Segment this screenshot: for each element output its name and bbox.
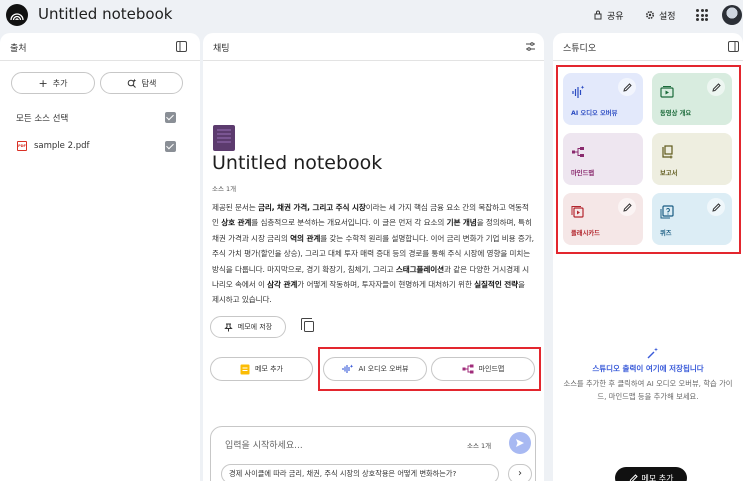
magic-wand-icon — [647, 347, 658, 359]
chat-input-box[interactable]: 입력을 시작하세요... 소스 1개 경제 사이클에 따라 금리, 채권, 주식… — [210, 426, 536, 481]
studio-panel: 스튜디오 AI 오디오 오버뷰 동영상 개요 마인드맵 보고서 플래시카드 퀴즈… — [553, 33, 743, 481]
mindmap-icon — [462, 364, 474, 374]
settings-button[interactable]: 설정 — [645, 6, 676, 24]
audio-overview-button[interactable]: AI 오디오 오버뷰 — [323, 357, 427, 381]
audio-wave-icon — [341, 364, 353, 373]
sources-panel: 출처 + 추가 탐색 모든 소스 선택 PDF sample 2.pdf — [0, 33, 200, 481]
save-memo-label: 메모에 저장 — [237, 323, 273, 331]
share-button[interactable]: 공유 — [593, 6, 624, 24]
report-card[interactable]: 보고서 — [652, 133, 732, 185]
input-source-count: 소스 1개 — [467, 442, 492, 450]
chat-header: 채팅 — [203, 33, 544, 61]
quiz-card[interactable]: 퀴즈 — [652, 193, 732, 245]
studio-header: 스튜디오 — [553, 33, 743, 61]
card-label: 보고서 — [660, 170, 678, 177]
pencil-icon — [629, 473, 638, 481]
audio-overview-label: AI 오디오 오버뷰 — [358, 365, 409, 373]
source-count: 소스 1개 — [212, 185, 237, 193]
add-source-label: 추가 — [52, 78, 68, 88]
mindmap-card[interactable]: 마인드맵 — [563, 133, 643, 185]
note-icon — [240, 364, 250, 374]
settings-label: 설정 — [659, 11, 676, 22]
mindmap-icon — [572, 147, 584, 157]
share-label: 공유 — [607, 11, 624, 22]
mindmap-button[interactable]: 마인드맵 — [431, 357, 535, 381]
add-source-button[interactable]: + 추가 — [11, 72, 95, 94]
avatar[interactable] — [722, 5, 742, 25]
card-label: 동영상 개요 — [660, 110, 692, 117]
studio-add-memo-label: 메모 추가 — [641, 473, 674, 481]
flashcard-card[interactable]: 플래시카드 — [563, 193, 643, 245]
apps-grid-icon[interactable] — [696, 9, 708, 21]
next-suggestion-button[interactable]: › — [508, 464, 532, 481]
chat-title: 채팅 — [213, 44, 230, 54]
chevron-right-icon: › — [518, 468, 522, 479]
collapse-panel-icon[interactable] — [176, 41, 187, 52]
chat-notebook-title: Untitled notebook — [212, 152, 383, 174]
mindmap-label: 마인드맵 — [478, 365, 505, 373]
add-memo-button[interactable]: 메모 추가 — [210, 357, 313, 381]
studio-title: 스튜디오 — [563, 44, 597, 54]
copy-icon[interactable] — [301, 318, 314, 332]
pdf-icon: PDF — [17, 141, 27, 151]
sources-title: 출처 — [10, 44, 27, 54]
card-label: 플래시카드 — [571, 230, 600, 237]
share-icon — [594, 10, 602, 20]
card-label: 마인드맵 — [571, 170, 595, 177]
audio-icon — [572, 85, 585, 98]
collapse-studio-icon[interactable] — [728, 41, 739, 52]
chat-input[interactable]: 입력을 시작하세요... — [225, 438, 303, 451]
discover-button[interactable]: 탐색 — [100, 72, 183, 94]
studio-add-memo-button[interactable]: 메모 추가 — [615, 467, 687, 481]
notebook-title[interactable]: Untitled notebook — [38, 5, 172, 23]
chat-panel: 채팅 Untitled notebook 소스 1개 제공된 문서는 금리, 채… — [203, 33, 544, 481]
flashcard-icon — [571, 206, 584, 218]
edit-pencil-icon[interactable] — [618, 198, 636, 216]
sources-header: 출처 — [0, 33, 200, 61]
quiz-icon — [660, 205, 674, 219]
send-button[interactable] — [509, 432, 531, 454]
discover-search-icon — [127, 78, 136, 88]
video-icon — [660, 86, 674, 98]
report-icon — [662, 145, 673, 159]
source-name[interactable]: sample 2.pdf — [34, 141, 90, 151]
gear-icon — [645, 10, 655, 20]
studio-empty-title: 스튜디오 출력이 여기에 저장됩니다 — [592, 364, 704, 373]
top-bar: Untitled notebook 공유 설정 — [0, 0, 743, 30]
source-checkbox[interactable] — [165, 141, 176, 152]
select-all-checkbox[interactable] — [165, 112, 176, 123]
plus-icon: + — [38, 76, 48, 90]
discover-label: 탐색 — [141, 78, 157, 88]
suggested-question[interactable]: 경제 사이클에 따라 금리, 채권, 주식 시장의 상호작용은 어떻게 변화하는… — [221, 464, 499, 481]
pin-icon — [224, 323, 233, 331]
tune-icon[interactable] — [525, 41, 536, 52]
studio-empty-description: 소스를 추가한 후 클릭하여 AI 오디오 오버뷰, 학습 가이드, 마인드맵 … — [563, 379, 733, 401]
select-all-label: 모든 소스 선택 — [16, 114, 69, 124]
card-label: 퀴즈 — [660, 230, 672, 237]
edit-pencil-icon[interactable] — [707, 78, 725, 96]
notebook-summary: 제공된 문서는 금리, 채권 가격, 그리고 주식 시장이라는 세 가지 핵심 … — [212, 203, 534, 305]
edit-pencil-icon[interactable] — [618, 78, 636, 96]
notebook-emoji-icon — [213, 125, 235, 151]
edit-pencil-icon[interactable] — [707, 198, 725, 216]
save-to-memo-button[interactable]: 메모에 저장 — [210, 316, 286, 338]
audio-overview-card[interactable]: AI 오디오 오버뷰 — [563, 73, 643, 125]
send-icon — [516, 439, 524, 447]
card-label: AI 오디오 오버뷰 — [571, 110, 618, 117]
add-memo-label: 메모 추가 — [255, 365, 283, 373]
notebooklm-logo[interactable] — [6, 4, 28, 26]
video-overview-card[interactable]: 동영상 개요 — [652, 73, 732, 125]
